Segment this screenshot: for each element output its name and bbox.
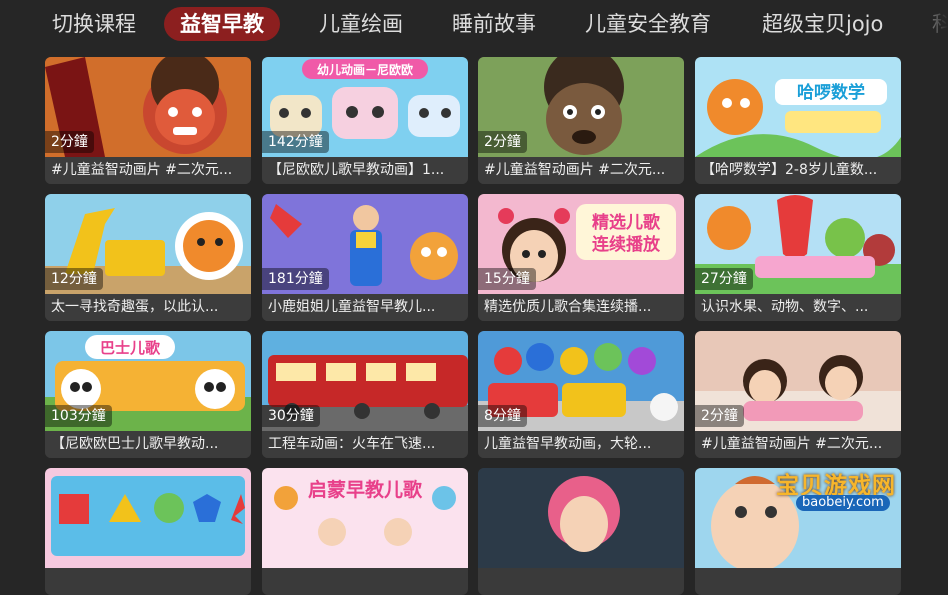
video-duration: 12分鐘 xyxy=(45,268,103,290)
video-card[interactable]: 181分鐘 小鹿姐姐儿童益智早教儿... xyxy=(262,194,468,321)
video-thumbnail: 启蒙早教儿歌 xyxy=(262,468,468,568)
video-duration: 8分鐘 xyxy=(478,405,527,427)
video-card[interactable]: 27分鐘 认识水果、动物、数字、... xyxy=(695,194,901,321)
video-duration: 2分鐘 xyxy=(45,131,94,153)
thumbnail-banner-text: 哈啰数学 xyxy=(797,82,865,103)
video-card[interactable]: 巴士儿歌 103分鐘 【尼欧欧巴士儿歌早教动... xyxy=(45,331,251,458)
thumbnail-banner-text: 连续播放 xyxy=(592,234,661,255)
site-watermark: 宝贝游戏网 baobeiy.com xyxy=(770,452,930,522)
video-title: 【哈啰数学】2-8岁儿童数... xyxy=(695,157,901,184)
video-card[interactable] xyxy=(45,468,251,595)
video-title: #儿童益智动画片 #二次元... xyxy=(45,157,251,184)
thumbnail-banner-text: 巴士儿歌 xyxy=(100,339,161,357)
video-title: 精选优质儿歌合集连续播... xyxy=(478,294,684,321)
video-duration: 142分鐘 xyxy=(262,131,329,153)
thumbnail-banner-text: 精选儿歌 xyxy=(592,212,661,233)
video-card[interactable]: 2分鐘 #儿童益智动画片 #二次元... xyxy=(478,57,684,184)
video-card[interactable]: 启蒙早教儿歌 xyxy=(262,468,468,595)
video-card[interactable]: 12分鐘 太一寻找奇趣蛋，以此认... xyxy=(45,194,251,321)
video-title: 太一寻找奇趣蛋，以此认... xyxy=(45,294,251,321)
video-title: 认识水果、动物、数字、... xyxy=(695,294,901,321)
video-duration: 15分鐘 xyxy=(478,268,536,290)
watermark-url: baobeiy.com xyxy=(796,495,890,511)
video-card[interactable] xyxy=(478,468,684,595)
video-title: 儿童益智早教动画，大轮... xyxy=(478,431,684,458)
video-card[interactable]: 2分鐘 #儿童益智动画片 #二次元... xyxy=(695,331,901,458)
video-duration: 103分鐘 xyxy=(45,405,112,427)
video-duration: 30分鐘 xyxy=(262,405,320,427)
video-card[interactable]: 哈啰数学 【哈啰数学】2-8岁儿童数... xyxy=(695,57,901,184)
video-card[interactable]: 精选儿歌 连续播放 15分鐘 精选优质儿歌合集连续播... xyxy=(478,194,684,321)
video-card[interactable]: 8分鐘 儿童益智早教动画，大轮... xyxy=(478,331,684,458)
video-title: 工程车动画：火车在飞速... xyxy=(262,431,468,458)
video-duration: 181分鐘 xyxy=(262,268,329,290)
video-card[interactable]: 2分鐘 #儿童益智动画片 #二次元... xyxy=(45,57,251,184)
video-card[interactable]: 30分鐘 工程车动画：火车在飞速... xyxy=(262,331,468,458)
video-thumbnail xyxy=(45,468,251,568)
video-duration: 2分鐘 xyxy=(695,405,744,427)
video-thumbnail: 哈啰数学 xyxy=(695,57,901,157)
video-title: #儿童益智动画片 #二次元... xyxy=(478,157,684,184)
video-title: 【尼欧欧巴士儿歌早教动... xyxy=(45,431,251,458)
video-duration: 27分鐘 xyxy=(695,268,753,290)
video-card[interactable]: 幼儿动画－尼欧欧 142分鐘 【尼欧欧儿歌早教动画】1... xyxy=(262,57,468,184)
video-thumbnail xyxy=(478,468,684,568)
video-title: 【尼欧欧儿歌早教动画】1... xyxy=(262,157,468,184)
video-title: 小鹿姐姐儿童益智早教儿... xyxy=(262,294,468,321)
thumbnail-banner-text: 启蒙早教儿歌 xyxy=(308,478,423,501)
thumbnail-banner-text: 幼儿动画－尼欧欧 xyxy=(317,62,413,77)
video-duration: 2分鐘 xyxy=(478,131,527,153)
